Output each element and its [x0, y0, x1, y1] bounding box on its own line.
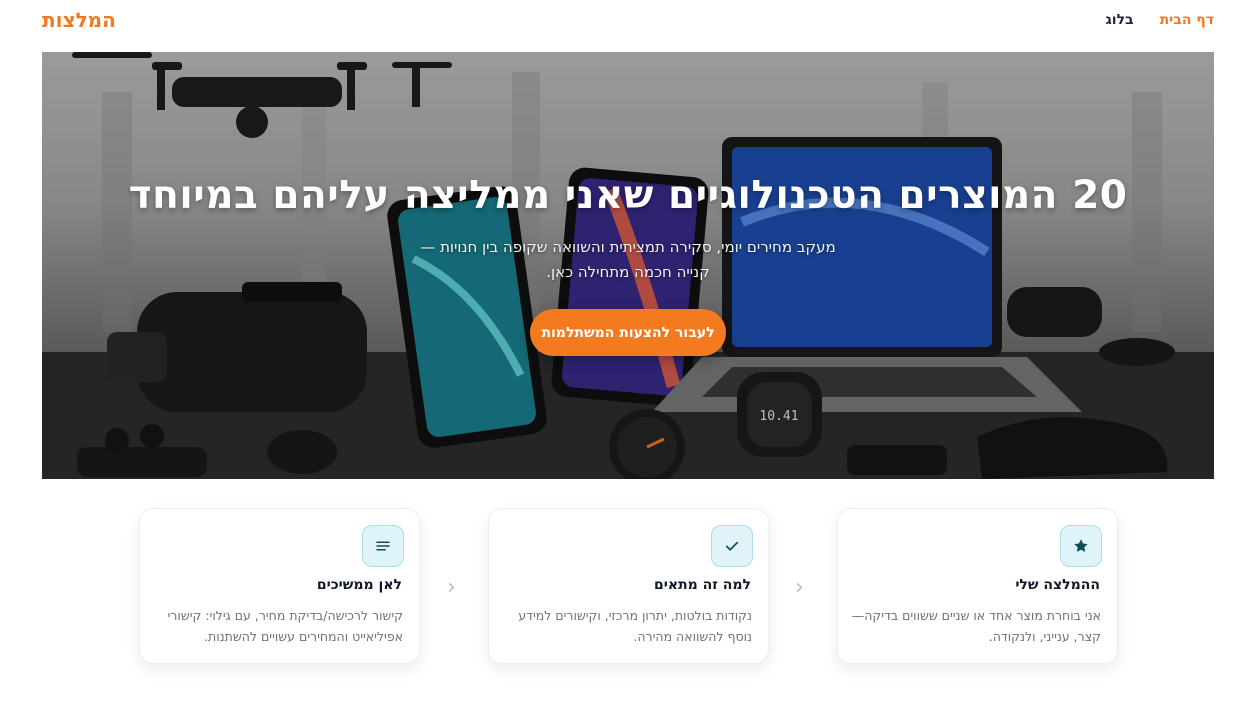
list-icon	[362, 525, 404, 567]
top-navbar: המלצות דף הבית בלוג	[0, 0, 1254, 52]
step-title: ההמלצה שלי	[1015, 577, 1100, 593]
hero-banner: 10.41 20 המוצרים הטכנולוגיים שאני ממליצה…	[42, 52, 1214, 479]
chevron-left-icon: ‹	[795, 575, 804, 600]
main-nav: דף הבית בלוג	[1106, 12, 1214, 28]
step-text: קישור לרכישה/בדיקת מחיר, עם גילוי: קישור…	[167, 608, 403, 644]
brand-logo[interactable]: המלצות	[42, 8, 116, 32]
hero-subtitle: מעקב מחירים יומי, סקירה תמציתית והשוואה …	[372, 235, 884, 285]
step-card-next: לאן ממשיכים קישור לרכישה/בדיקת מחיר, עם …	[139, 508, 420, 664]
step-title: לאן ממשיכים	[316, 577, 402, 593]
star-icon	[1060, 525, 1102, 567]
nav-blog-link[interactable]: בלוג	[1106, 12, 1134, 28]
step-text: נקודות בולטות, יתרון מרכזי, וקישורים למי…	[518, 608, 752, 644]
cta-deals-button[interactable]: לעבור להצעות המשתלמות	[530, 309, 726, 356]
step-card-recommendation: ההמלצה שלי אני בוחרת מוצר אחד או שניים ש…	[837, 508, 1118, 664]
step-text: אני בוחרת מוצר אחד או שניים ששווים בדיקה…	[851, 608, 1101, 644]
step-title: למה זה מתאים	[654, 577, 751, 593]
chevron-left-icon: ‹	[447, 575, 456, 600]
hero-subtitle-line2: קנייה חכמה מתחילה כאן.	[546, 263, 710, 281]
nav-home-link[interactable]: דף הבית	[1160, 12, 1214, 28]
step-card-why: למה זה מתאים נקודות בולטות, יתרון מרכזי,…	[488, 508, 769, 664]
hero-subtitle-line1: מעקב מחירים יומי, סקירה תמציתית והשוואה …	[420, 238, 836, 256]
check-icon	[711, 525, 753, 567]
hero-title: 20 המוצרים הטכנולוגיים שאני ממליצה עליהם…	[128, 173, 1128, 218]
